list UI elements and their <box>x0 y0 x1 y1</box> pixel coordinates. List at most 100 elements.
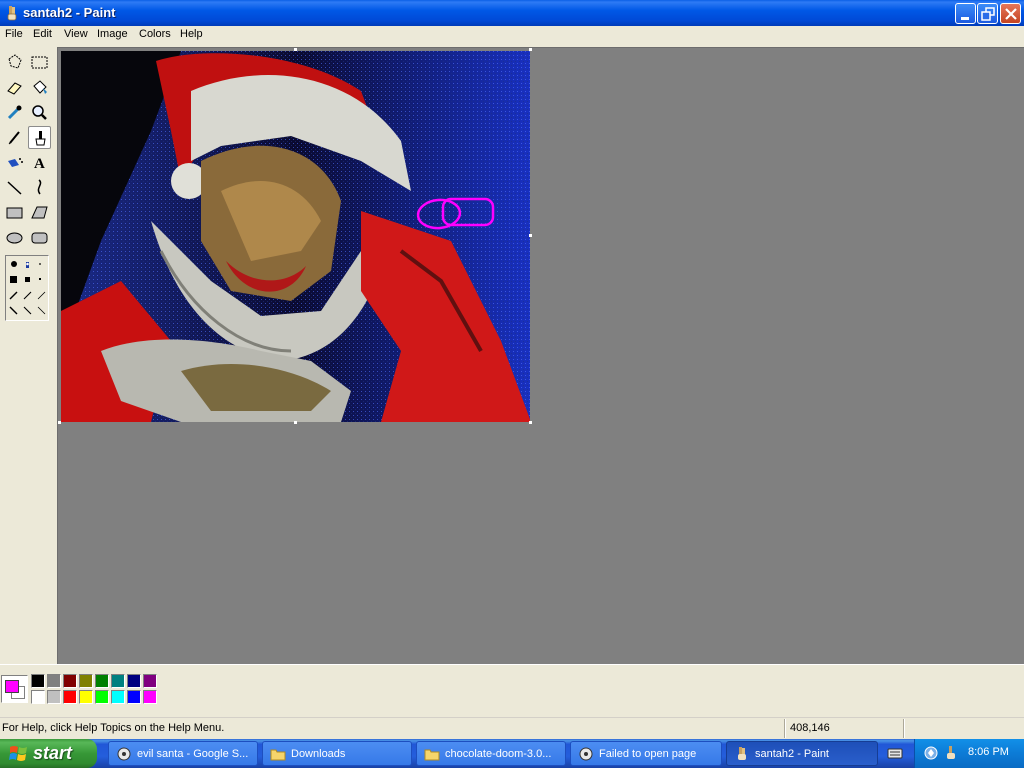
santa-picture <box>61 51 530 422</box>
taskbar-button-label: santah2 - Paint <box>755 748 829 760</box>
free-form-select-tool-icon <box>8 54 22 69</box>
text-tool-icon: A <box>34 156 45 172</box>
color-picker-tool[interactable] <box>3 101 26 124</box>
status-divider <box>903 719 905 738</box>
restore-icon <box>981 7 995 21</box>
menu-colors[interactable]: Colors <box>139 28 171 40</box>
resize-handle[interactable] <box>529 234 532 237</box>
browser-icon <box>117 747 131 761</box>
status-bar: For Help, click Help Topics on the Help … <box>0 717 1024 739</box>
status-divider <box>784 719 786 738</box>
resize-handle[interactable] <box>294 48 297 51</box>
system-tray: 8:06 PM <box>914 739 1024 768</box>
taskbar-button-evil-santa[interactable]: evil santa - Google S... <box>108 741 258 766</box>
eraser-tool[interactable] <box>3 76 26 99</box>
rectangle-tool-icon <box>6 207 23 219</box>
palette-swatch[interactable] <box>127 690 141 704</box>
start-button[interactable]: start <box>0 739 97 768</box>
pencil-tool[interactable] <box>3 126 26 149</box>
restore-button[interactable] <box>977 3 998 24</box>
current-colors[interactable] <box>1 675 28 703</box>
palette-swatch[interactable] <box>95 674 109 688</box>
clock: 8:06 PM <box>968 746 1009 758</box>
taskbar-button-downloads[interactable]: Downloads <box>262 741 412 766</box>
eraser-tool-icon <box>7 82 22 95</box>
window-title: santah2 - Paint <box>23 5 116 20</box>
paint-app-icon <box>7 6 17 21</box>
magnifier-tool[interactable] <box>28 101 51 124</box>
palette-swatch[interactable] <box>79 690 93 704</box>
polygon-tool[interactable] <box>28 201 51 224</box>
text-tool[interactable]: A <box>28 151 51 174</box>
airbrush-tool-icon <box>8 158 23 167</box>
color-box <box>0 664 1024 714</box>
palette-swatch[interactable] <box>47 674 61 688</box>
menu-help[interactable]: Help <box>180 28 203 40</box>
menu-edit[interactable]: Edit <box>33 28 52 40</box>
rounded-rectangle-tool[interactable] <box>28 226 51 249</box>
magnifier-tool-icon <box>32 105 47 120</box>
line-tool-icon <box>7 181 22 195</box>
taskbar-button-label: evil santa - Google S... <box>137 748 249 760</box>
palette-swatch[interactable] <box>143 674 157 688</box>
cursor-coordinates: 408,146 <box>790 722 830 734</box>
tray-app-icon[interactable] <box>923 745 939 761</box>
menu-image[interactable]: Image <box>97 28 128 40</box>
taskbar-button-failed-page[interactable]: Failed to open page <box>570 741 722 766</box>
brush-shape-options-icon <box>9 261 46 315</box>
drawing-canvas[interactable] <box>61 51 530 422</box>
palette-swatch[interactable] <box>111 674 125 688</box>
browser-icon <box>579 747 593 761</box>
tool-options-panel[interactable] <box>5 255 49 321</box>
brush-tool-icon <box>35 131 46 146</box>
close-icon <box>1005 8 1017 20</box>
palette-swatch[interactable] <box>127 674 141 688</box>
ellipse-tool[interactable] <box>3 226 26 249</box>
airbrush-tool[interactable] <box>3 151 26 174</box>
foreground-color[interactable] <box>5 680 19 693</box>
color-picker-tool-icon <box>7 105 22 120</box>
palette-swatch[interactable] <box>63 674 77 688</box>
close-button[interactable] <box>1000 3 1021 24</box>
free-form-select-tool[interactable] <box>3 51 26 74</box>
brush-tool[interactable] <box>28 126 51 149</box>
palette-swatch[interactable] <box>111 690 125 704</box>
ellipse-tool-icon <box>6 232 23 244</box>
resize-handle[interactable] <box>529 421 532 424</box>
tray-paint-icon[interactable] <box>943 745 959 761</box>
polygon-tool-icon <box>31 206 48 219</box>
fill-tool[interactable] <box>28 76 51 99</box>
status-help-text: For Help, click Help Topics on the Help … <box>2 722 225 734</box>
keyboard-icon[interactable] <box>887 746 903 760</box>
taskbar-button-chocolate-doom[interactable]: chocolate-doom-3.0... <box>416 741 566 766</box>
rectangle-tool[interactable] <box>3 201 26 224</box>
resize-handle[interactable] <box>58 421 61 424</box>
rectangle-select-tool-icon <box>31 56 48 69</box>
palette-swatch[interactable] <box>31 674 45 688</box>
minimize-button[interactable] <box>955 3 976 24</box>
palette-swatch[interactable] <box>47 690 61 704</box>
palette-swatch[interactable] <box>95 690 109 704</box>
palette-swatch[interactable] <box>143 690 157 704</box>
svg-text:A: A <box>34 156 45 172</box>
taskbar-button-label: chocolate-doom-3.0... <box>445 748 552 760</box>
line-tool[interactable] <box>3 176 26 199</box>
palette-swatch[interactable] <box>31 690 45 704</box>
resize-handle[interactable] <box>529 48 532 51</box>
toolbox: A <box>0 47 56 664</box>
folder-icon <box>424 749 440 761</box>
start-label: start <box>33 743 73 763</box>
rectangle-select-tool[interactable] <box>28 51 51 74</box>
palette-swatch[interactable] <box>63 690 77 704</box>
menu-file[interactable]: File <box>5 28 23 40</box>
taskbar-button-label: Failed to open page <box>599 748 697 760</box>
fill-tool-icon <box>33 80 47 94</box>
taskbar-button-paint[interactable]: santah2 - Paint <box>726 741 878 766</box>
resize-handle[interactable] <box>294 421 297 424</box>
curve-tool-icon <box>37 179 42 195</box>
palette-swatch[interactable] <box>79 674 93 688</box>
curve-tool[interactable] <box>28 176 51 199</box>
title-bar[interactable]: santah2 - Paint <box>0 0 1024 26</box>
menu-view[interactable]: View <box>64 28 88 40</box>
folder-icon <box>270 749 286 761</box>
